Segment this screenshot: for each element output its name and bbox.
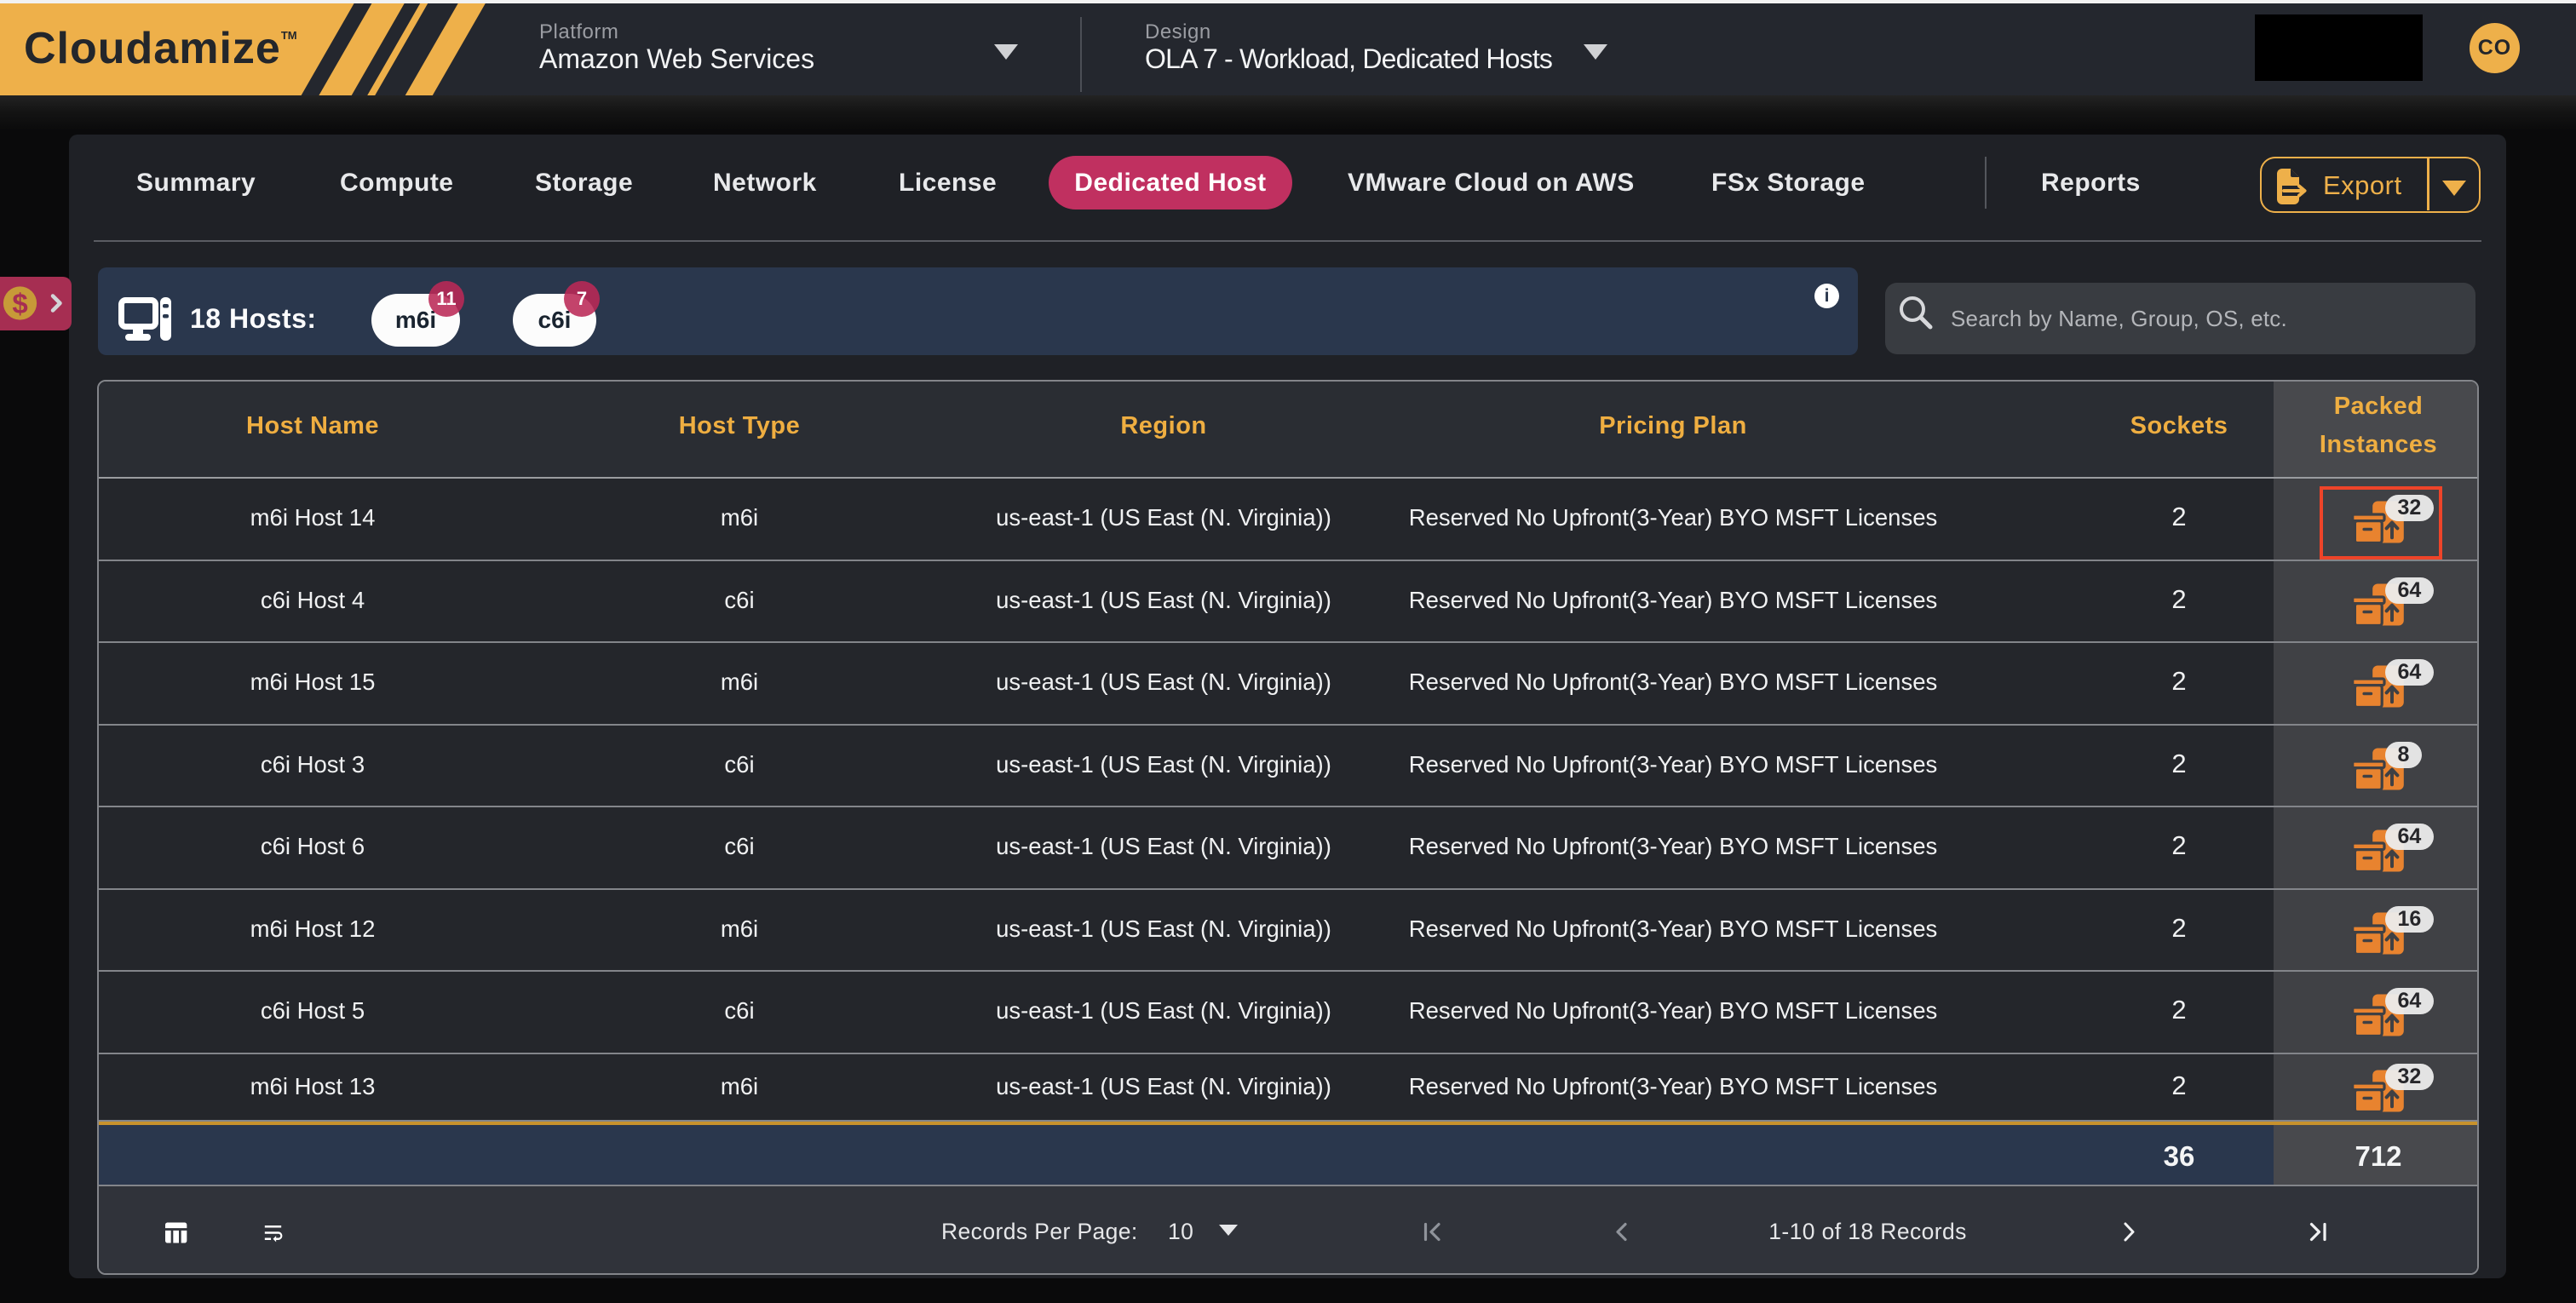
- svg-text:$: $: [12, 288, 27, 319]
